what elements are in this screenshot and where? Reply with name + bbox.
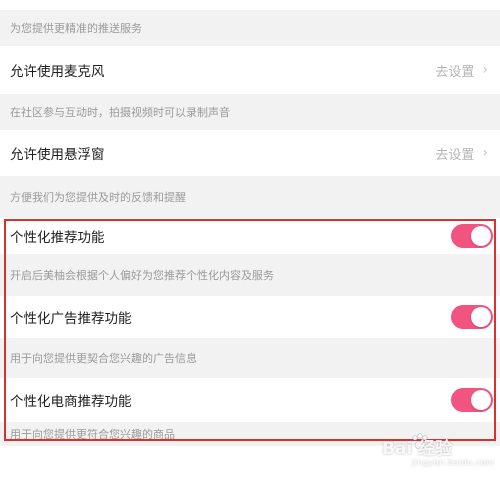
chevron-right-icon: › bbox=[482, 145, 488, 161]
personalized-recommend-toggle[interactable] bbox=[451, 224, 493, 248]
chevron-right-icon: › bbox=[482, 62, 488, 78]
top-row-fragment bbox=[0, 0, 500, 10]
personalized-recommend-desc: 开启后美柚会根据个人偏好为您推荐个性化内容及服务 bbox=[0, 254, 500, 296]
personalized-ecommerce-toggle[interactable] bbox=[451, 388, 493, 412]
personalized-recommend-desc-text: 开启后美柚会根据个人偏好为您推荐个性化内容及服务 bbox=[10, 269, 274, 282]
personalized-ecommerce-desc: 用于向您提供更符合您兴趣的商品 bbox=[0, 422, 500, 446]
floating-window-go-settings[interactable]: 去设置 › bbox=[435, 144, 488, 163]
personalized-ecommerce-desc-text: 用于向您提供更符合您兴趣的商品 bbox=[10, 428, 175, 441]
toggle-knob bbox=[471, 307, 491, 327]
personalized-ecommerce-title: 个性化电商推荐功能 bbox=[10, 394, 132, 410]
microphone-go-settings[interactable]: 去设置 › bbox=[435, 61, 488, 80]
bottom-background bbox=[0, 446, 500, 485]
personalized-recommend-row: 个性化推荐功能 bbox=[0, 218, 500, 254]
personalized-ads-toggle[interactable] bbox=[451, 305, 493, 329]
personalized-ads-title: 个性化广告推荐功能 bbox=[10, 311, 132, 327]
push-service-desc-text: 为您提供更精准的推送服务 bbox=[10, 22, 142, 35]
personalized-ads-desc: 用于向您提供更契合您兴趣的广告信息 bbox=[0, 338, 500, 378]
toggle-knob bbox=[471, 390, 491, 410]
floating-window-desc-text: 方便我们为您提供及时的反馈和提醒 bbox=[10, 191, 186, 204]
personalized-ecommerce-row: 个性化电商推荐功能 bbox=[0, 378, 500, 422]
microphone-go-settings-label: 去设置 bbox=[435, 64, 475, 80]
personalized-ads-desc-text: 用于向您提供更契合您兴趣的广告信息 bbox=[10, 352, 197, 365]
microphone-desc: 在社区参与互动时，拍摄视频时可以录制声音 bbox=[0, 94, 500, 130]
floating-window-permission-row[interactable]: 允许使用悬浮窗 去设置 › bbox=[0, 130, 500, 176]
personalized-ads-row: 个性化广告推荐功能 bbox=[0, 296, 500, 338]
toggle-knob bbox=[471, 226, 491, 246]
microphone-title: 允许使用麦克风 bbox=[10, 64, 105, 80]
personalized-recommend-title: 个性化推荐功能 bbox=[10, 230, 105, 246]
floating-window-desc: 方便我们为您提供及时的反馈和提醒 bbox=[0, 176, 500, 218]
microphone-desc-text: 在社区参与互动时，拍摄视频时可以录制声音 bbox=[10, 106, 230, 119]
push-service-desc: 为您提供更精准的推送服务 bbox=[0, 10, 500, 46]
microphone-permission-row[interactable]: 允许使用麦克风 去设置 › bbox=[0, 46, 500, 94]
floating-window-go-settings-label: 去设置 bbox=[435, 147, 475, 163]
floating-window-title: 允许使用悬浮窗 bbox=[10, 147, 105, 163]
